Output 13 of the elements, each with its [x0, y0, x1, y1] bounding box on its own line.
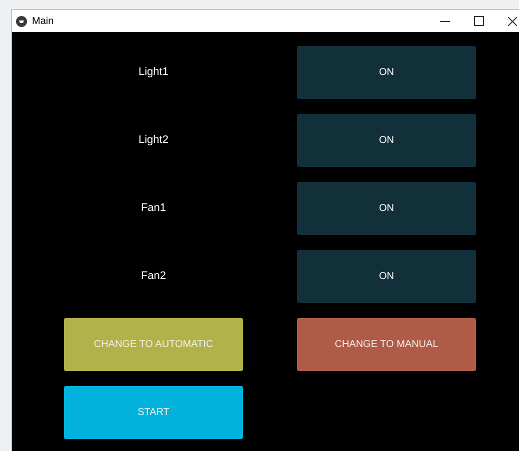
close-icon[interactable] — [508, 16, 517, 26]
device-label: Fan2 — [140, 269, 166, 284]
on-button[interactable]: ON — [297, 182, 476, 235]
on-button[interactable]: ON — [297, 250, 476, 303]
device-label: Fan1 — [140, 201, 166, 216]
action-button[interactable]: CHANGE TO MANUAL — [297, 318, 476, 371]
device-label: Light2 — [138, 133, 168, 148]
device-label: Light1 — [138, 65, 168, 80]
on-button[interactable]: ON — [297, 46, 476, 99]
on-button[interactable]: ON — [297, 114, 476, 167]
window-title: Main — [32, 14, 54, 28]
app-icon — [16, 16, 27, 26]
maximize-icon[interactable] — [474, 16, 484, 26]
